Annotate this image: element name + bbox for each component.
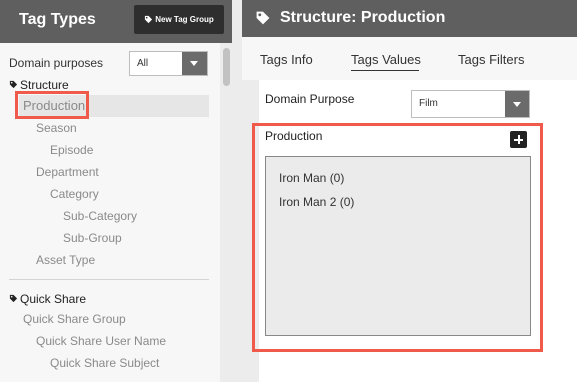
production-highlight-outline (15, 91, 89, 119)
chevron-down-icon (190, 61, 198, 66)
domain-purposes-select[interactable]: All (129, 51, 208, 76)
tree-item-sub-group[interactable]: Sub-Group (63, 231, 122, 245)
new-tag-group-button[interactable]: New Tag Group (134, 5, 224, 34)
tree-item-quick-share-group[interactable]: Quick Share Group (23, 312, 126, 326)
tree-group-quick-share[interactable]: Quick Share (20, 292, 86, 306)
tag-types-title: Tag Types (19, 11, 96, 28)
tree-item-quick-share-user-name[interactable]: Quick Share User Name (36, 334, 166, 348)
domain-purpose-value: Film (419, 98, 438, 109)
domain-purposes-label: Domain purposes (9, 56, 104, 70)
active-tab-underline (351, 70, 419, 71)
scrollbar-track[interactable] (220, 43, 232, 382)
domain-purposes-dropdown-button[interactable] (182, 52, 207, 75)
tree-group-structure[interactable]: Structure (20, 78, 69, 92)
tab-tags-filters[interactable]: Tags Filters (458, 52, 524, 67)
tree-item-department[interactable]: Department (36, 165, 99, 179)
domain-purposes-value: All (137, 58, 149, 69)
new-tag-group-label: New Tag Group (155, 15, 214, 24)
tree-divider (9, 279, 209, 280)
tree-item-sub-category[interactable]: Sub-Category (63, 209, 137, 223)
chevron-down-icon (513, 102, 521, 107)
tag-icon (9, 294, 18, 303)
domain-purpose-label: Domain Purpose (265, 92, 355, 106)
tag-icon (9, 80, 18, 89)
scrollbar-thumb[interactable] (223, 48, 230, 86)
tree-item-quick-share-subject[interactable]: Quick Share Subject (50, 356, 159, 370)
structure-title: Structure: Production (280, 9, 446, 26)
tag-icon (145, 15, 153, 24)
domain-purpose-select[interactable]: Film (411, 90, 530, 118)
tab-tags-info[interactable]: Tags Info (260, 52, 313, 67)
tree-item-asset-type[interactable]: Asset Type (36, 253, 95, 267)
values-highlight-outline (252, 123, 543, 352)
domain-purpose-dropdown-button[interactable] (505, 91, 529, 117)
tree-item-season[interactable]: Season (36, 121, 77, 135)
tree-item-episode[interactable]: Episode (50, 143, 93, 157)
tab-tags-values[interactable]: Tags Values (351, 52, 421, 67)
tree-item-category[interactable]: Category (50, 187, 99, 201)
tag-icon (256, 11, 270, 25)
